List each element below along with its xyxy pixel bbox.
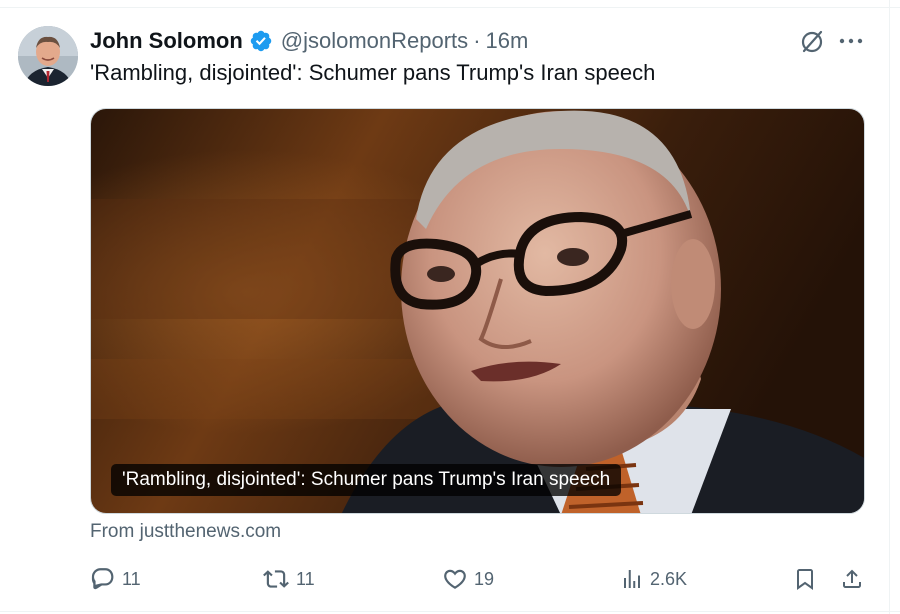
bookmark-icon [797,569,813,590]
card-caption: 'Rambling, disjointed': Schumer pans Tru… [111,464,622,496]
avatar[interactable] [18,26,78,86]
card-source[interactable]: From justthenews.com [90,521,281,543]
bookmark-button[interactable] [793,566,817,592]
views-icon [624,570,640,588]
author-handle[interactable]: @jsolomonReports [281,28,468,54]
author-name[interactable]: John Solomon [90,28,243,54]
reply-count: 11 [122,568,141,589]
grok-icon[interactable] [797,27,827,57]
more-icon[interactable] [836,28,866,54]
share-icon [843,569,861,588]
tweet-header: John Solomon @jsolomonReports · 16m [90,27,528,55]
tweet-text: 'Rambling, disjointed': Schumer pans Tru… [90,60,656,85]
retweet-icon [263,570,289,588]
reply-icon [91,568,114,590]
like-button[interactable]: 19 [442,566,494,592]
reply-button[interactable]: 11 [90,566,141,592]
views-button[interactable]: 2.6K [620,566,687,592]
card-image [91,109,864,513]
views-count: 2.6K [650,568,688,589]
avatar-image [18,26,78,86]
timestamp[interactable]: 16m [486,28,529,54]
retweet-count: 11 [296,568,315,589]
like-icon [444,569,466,589]
right-divider [889,0,890,614]
retweet-button[interactable]: 11 [262,566,315,592]
verified-badge-icon [249,29,273,53]
header-separator: · [473,28,481,53]
like-count: 19 [474,568,495,589]
share-button[interactable] [840,566,864,592]
top-divider [0,0,900,8]
link-card[interactable]: 'Rambling, disjointed': Schumer pans Tru… [90,108,865,514]
bottom-divider [0,611,900,612]
